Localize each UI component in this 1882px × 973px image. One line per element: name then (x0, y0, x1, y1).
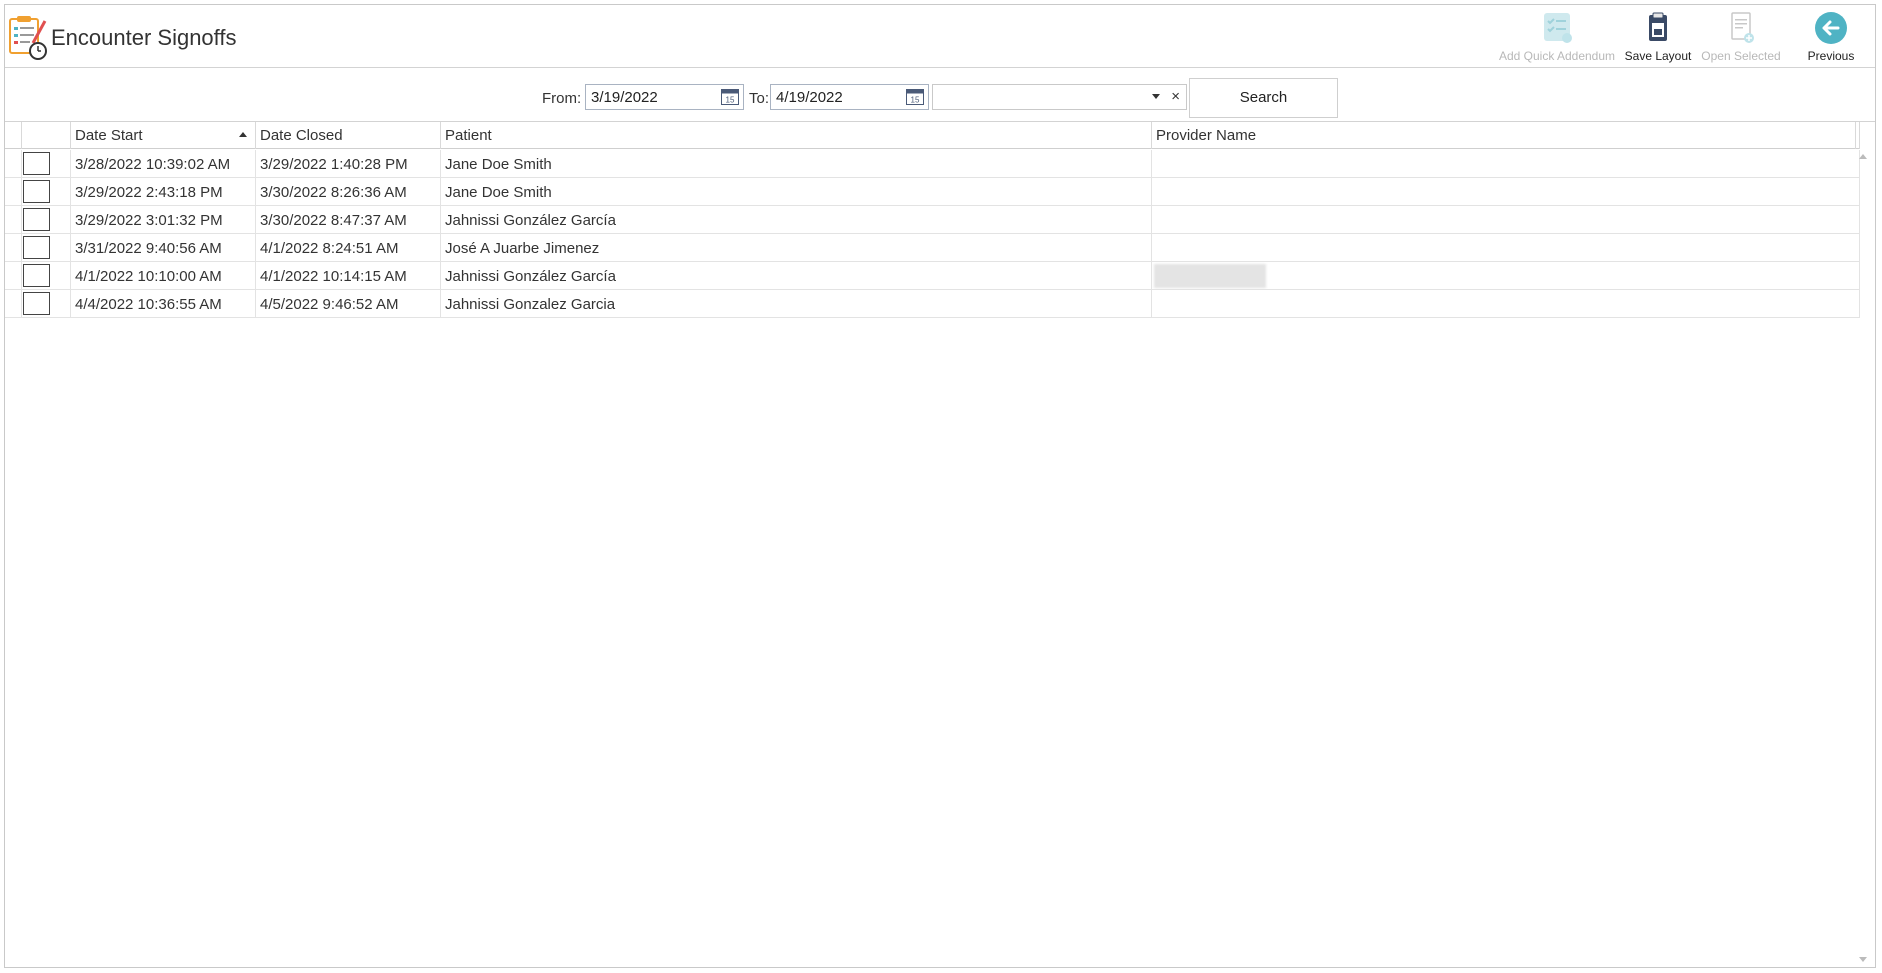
table-row[interactable]: 3/29/2022 3:01:32 PM 3/30/2022 8:47:37 AM… (5, 206, 1860, 234)
filter-bar: From: 3/19/2022 15 To: 4/19/2022 15 × Se… (5, 68, 1875, 122)
cell-provider[interactable] (1152, 290, 1860, 317)
cell-date-closed[interactable]: 4/1/2022 10:14:15 AM (256, 262, 441, 289)
row-checkbox[interactable] (23, 208, 50, 231)
to-label: To: (749, 90, 770, 107)
provider-dropdown[interactable]: × (932, 84, 1187, 110)
cell-provider[interactable] (1152, 150, 1860, 177)
grid-header: Date Start Date Closed Patient Provider … (5, 122, 1860, 149)
table-row[interactable]: 3/28/2022 10:39:02 AM 3/29/2022 1:40:28 P… (5, 150, 1860, 178)
vertical-scrollbar[interactable] (1855, 150, 1871, 966)
chevron-down-icon[interactable] (1152, 94, 1160, 99)
checklist-add-icon (1544, 13, 1572, 43)
table-row[interactable]: 3/29/2022 2:43:18 PM 3/30/2022 8:26:36 AM… (5, 178, 1860, 206)
to-date-value: 4/19/2022 (776, 89, 843, 106)
select-cell (22, 262, 71, 289)
grid-corner (1855, 122, 1871, 149)
table-row[interactable]: 4/4/2022 10:36:55 AM 4/5/2022 9:46:52 AM J… (5, 290, 1860, 318)
select-cell (22, 206, 71, 233)
row-checkbox[interactable] (23, 180, 50, 203)
cell-provider[interactable] (1152, 234, 1860, 261)
add-quick-addendum-label: Add Quick Addendum (1498, 49, 1616, 63)
header-bar: Encounter Signoffs Add Quick Addendum Sa… (5, 5, 1875, 68)
cell-date-closed[interactable]: 3/30/2022 8:26:36 AM (256, 178, 441, 205)
cell-date-start[interactable]: 3/29/2022 2:43:18 PM (71, 178, 256, 205)
row-indicator[interactable] (5, 262, 22, 289)
select-cell (22, 178, 71, 205)
row-checkbox[interactable] (23, 236, 50, 259)
select-cell (22, 150, 71, 177)
select-cell (22, 290, 71, 317)
column-header-label: Provider Name (1156, 127, 1257, 144)
cell-date-start[interactable]: 3/31/2022 9:40:56 AM (71, 234, 256, 261)
cell-date-start[interactable]: 3/28/2022 10:39:02 AM (71, 150, 256, 177)
scroll-up-icon[interactable] (1859, 154, 1867, 159)
signoffs-grid: Date Start Date Closed Patient Provider … (5, 122, 1875, 967)
calendar-icon[interactable]: 15 (721, 88, 739, 105)
row-indicator[interactable] (5, 290, 22, 317)
search-button[interactable]: Search (1189, 78, 1338, 118)
row-indicator[interactable] (5, 150, 22, 177)
from-label: From: (542, 90, 582, 107)
row-checkbox[interactable] (23, 152, 50, 175)
row-indicator[interactable] (5, 206, 22, 233)
row-checkbox[interactable] (23, 292, 50, 315)
cell-patient[interactable]: Jahnissi Gonzalez Garcia (441, 290, 1152, 317)
clipboard-save-icon (1649, 12, 1667, 41)
open-selected-button[interactable]: Open Selected (1697, 5, 1785, 67)
column-header-patient[interactable]: Patient (441, 122, 1152, 149)
document-add-icon (1731, 12, 1754, 43)
cell-provider[interactable] (1152, 206, 1860, 233)
select-column-header[interactable] (22, 122, 71, 149)
cell-patient[interactable]: José A Juarbe Jimenez (441, 234, 1152, 261)
row-checkbox[interactable] (23, 264, 50, 287)
row-indicator[interactable] (5, 234, 22, 261)
to-date-picker[interactable]: 4/19/2022 15 (770, 84, 929, 110)
app-window: Encounter Signoffs Add Quick Addendum Sa… (4, 4, 1876, 968)
previous-button[interactable]: Previous (1795, 5, 1867, 67)
from-date-picker[interactable]: 3/19/2022 15 (585, 84, 744, 110)
from-date-value: 3/19/2022 (591, 89, 658, 106)
arrow-left-icon (1815, 12, 1847, 44)
calendar-icon[interactable]: 15 (906, 88, 924, 105)
table-row[interactable]: 4/1/2022 10:10:00 AM 4/1/2022 10:14:15 AM… (5, 262, 1860, 290)
clear-icon[interactable]: × (1171, 88, 1180, 105)
cell-patient[interactable]: Jane Doe Smith (441, 178, 1152, 205)
cell-date-start[interactable]: 4/4/2022 10:36:55 AM (71, 290, 256, 317)
save-layout-label: Save Layout (1624, 49, 1692, 63)
sort-ascending-icon (239, 132, 247, 137)
row-indicator[interactable] (5, 178, 22, 205)
column-header-date-closed[interactable]: Date Closed (256, 122, 441, 149)
open-selected-label: Open Selected (1701, 49, 1781, 63)
svg-text:15: 15 (726, 96, 735, 105)
row-indicator-header (5, 122, 22, 149)
column-header-provider-name[interactable]: Provider Name (1152, 122, 1860, 149)
redacted-block (1154, 264, 1266, 288)
cell-patient[interactable]: Jane Doe Smith (441, 150, 1152, 177)
page-title: Encounter Signoffs (51, 25, 237, 50)
cell-patient[interactable]: Jahnissi González García (441, 206, 1152, 233)
clipboard-clock-icon (9, 16, 47, 60)
add-quick-addendum-button[interactable]: Add Quick Addendum (1495, 5, 1619, 67)
cell-patient[interactable]: Jahnissi González García (441, 262, 1152, 289)
cell-date-closed[interactable]: 3/30/2022 8:47:37 AM (256, 206, 441, 233)
scroll-down-icon[interactable] (1859, 957, 1867, 962)
cell-date-closed[interactable]: 4/1/2022 8:24:51 AM (256, 234, 441, 261)
table-row[interactable]: 3/31/2022 9:40:56 AM 4/1/2022 8:24:51 AM J… (5, 234, 1860, 262)
column-header-date-start[interactable]: Date Start (71, 122, 256, 149)
column-header-label: Date Closed (260, 127, 343, 144)
cell-provider[interactable] (1152, 262, 1860, 289)
cell-date-start[interactable]: 4/1/2022 10:10:00 AM (71, 262, 256, 289)
svg-text:15: 15 (911, 96, 920, 105)
previous-label: Previous (1807, 49, 1855, 63)
toolbar: Add Quick Addendum Save Layout Open Sele… (1495, 5, 1875, 67)
select-cell (22, 234, 71, 261)
cell-provider[interactable] (1152, 178, 1860, 205)
column-header-label: Date Start (75, 127, 143, 144)
cell-date-start[interactable]: 3/29/2022 3:01:32 PM (71, 206, 256, 233)
cell-date-closed[interactable]: 3/29/2022 1:40:28 PM (256, 150, 441, 177)
cell-date-closed[interactable]: 4/5/2022 9:46:52 AM (256, 290, 441, 317)
column-header-label: Patient (445, 127, 492, 144)
save-layout-button[interactable]: Save Layout (1621, 5, 1695, 67)
